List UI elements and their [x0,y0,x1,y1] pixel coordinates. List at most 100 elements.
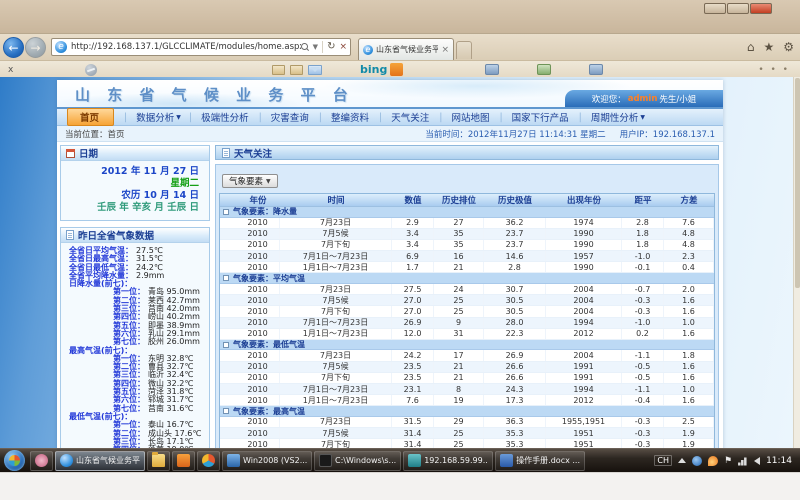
back-button[interactable]: ← [3,37,24,58]
blocked-icon[interactable] [85,64,97,76]
chevron-down-icon[interactable]: ▼ [313,43,318,51]
speaker-icon[interactable] [754,457,760,465]
taskbar-item[interactable]: 192.168.59.99... [403,451,493,471]
cell-year: 2010 [236,240,280,250]
table-row[interactable]: 2010 7月23日 2.9 27 36.2 1974 2.8 [220,218,714,229]
toolbar-widget-icon[interactable] [589,64,603,75]
taskbar: 山东省气候业务平... W [0,448,800,472]
table-row[interactable]: 2010 7月下旬 27.0 25 30.5 2004 -0.3 [220,306,714,317]
column-header: 出现年份 [546,194,622,206]
more-options-icon[interactable]: • • • [758,65,790,75]
table-row[interactable]: 2010 7月下旬 3.4 35 23.7 1990 1.8 [220,240,714,251]
new-tab-button[interactable] [456,41,472,59]
maximize-button[interactable] [727,3,749,14]
close-button[interactable] [750,3,772,14]
table-row[interactable]: 2010 7月5候 31.4 25 35.3 1951 -0.3 [220,428,714,439]
scrollbar-thumb[interactable] [795,78,800,288]
nav-item[interactable]: 首页 [67,108,114,126]
bing-logo[interactable]: bing [360,63,387,76]
table-row[interactable]: 2010 7月5候 27.0 25 30.5 2004 -0.3 [220,295,714,306]
network-icon[interactable] [738,456,748,466]
taskbar-item[interactable]: C:\Windows\s... [314,451,401,471]
row-spacer [220,350,236,360]
group-checkbox[interactable] [223,408,229,414]
table-row[interactable]: 2010 7月1日～7月23日 6.9 16 14.6 1957 -1.0 [220,251,714,262]
taskbar-item[interactable]: 山东省气候业务平... [55,451,145,471]
item-value: 胶州 26.0mm [148,338,200,346]
taskbar-item[interactable] [30,451,53,471]
minimize-button[interactable] [704,3,726,14]
nav-item[interactable]: 国家下行产品 [495,110,574,124]
calendar-icon [66,149,75,158]
cell-value: 31.4 [392,439,434,448]
group-label: 气象要素：最低气温 [233,339,305,350]
nav-item[interactable]: 灾害查询 [255,110,315,124]
start-button[interactable] [4,450,25,471]
orange-badge-icon[interactable] [390,63,403,76]
table-row[interactable]: 2010 7月1日～7月23日 23.1 8 24.3 1994 -1.1 [220,384,714,395]
card-icon[interactable] [290,65,303,75]
table-row[interactable]: 2010 7月下旬 23.5 21 26.6 1991 -0.5 [220,373,714,384]
stop-icon[interactable]: × [339,41,347,53]
cell-time: 7月23日 [280,417,392,427]
taskbar-item[interactable] [197,451,220,471]
home-icon[interactable]: ⌂ [747,40,755,54]
table-row[interactable]: 2010 7月23日 31.5 29 36.3 1955,1951 -0.3 [220,417,714,428]
cell-year: 2010 [236,218,280,228]
taskbar-item-label: Win2008 (VS2... [243,456,307,465]
cell-extreme: 35.3 [484,428,546,438]
url-text[interactable]: http://192.168.137.1/GLCCLIMATE/modules/… [71,42,301,52]
nav-item[interactable]: 极端性分析 [185,110,255,124]
group-checkbox[interactable] [223,275,229,281]
cell-variance: 4.8 [664,240,714,250]
toolbar-widget-icon[interactable] [537,64,551,75]
nav-item[interactable]: 整编资料 [315,110,375,124]
nav-item[interactable]: 天气关注 [375,110,435,124]
cell-variance: 1.6 [664,395,714,405]
tray-app-icon[interactable] [692,456,702,466]
nav-item[interactable]: 周期性分析 ▼ [575,110,649,124]
group-checkbox[interactable] [223,342,229,348]
action-center-flag-icon[interactable]: ⚑ [724,456,732,466]
mail-icon[interactable] [308,65,322,75]
show-hidden-icons-icon[interactable] [678,458,686,463]
toolbar-close-icon[interactable]: x [8,65,13,75]
tray-app-icon[interactable] [708,456,718,466]
element-selector-button[interactable]: 气象要素 ▼ [222,174,278,188]
cell-value: 3.4 [392,240,434,250]
table-row[interactable]: 2010 7月5候 3.4 35 23.7 1990 1.8 [220,229,714,240]
cell-rank: 21 [434,362,484,372]
table-row[interactable]: 2010 7月23日 24.2 17 26.9 2004 -1.1 [220,350,714,361]
nav-item[interactable]: 网站地图 [435,110,495,124]
refresh-icon[interactable]: ↻ [327,41,335,53]
table-row[interactable]: 2010 7月5候 23.5 21 26.6 1991 -0.5 [220,362,714,373]
language-indicator[interactable]: CH [654,455,672,466]
table-group: 气象要素：最高气温 2010 [220,406,714,448]
browser-tab[interactable]: e 山东省气候业务平... × [358,38,454,60]
cell-time: 7月23日 [280,218,392,228]
background-window-strip [0,0,800,33]
favorites-star-icon[interactable]: ★ [763,40,774,54]
taskbar-item[interactable] [147,451,170,471]
vertical-scrollbar[interactable] [793,77,800,448]
taskbar-item[interactable]: 操作手册.docx ... [495,451,585,471]
tab-close-icon[interactable]: × [441,45,449,55]
toolbar-widget-icon[interactable] [485,64,499,75]
group-checkbox[interactable] [223,209,229,215]
address-bar[interactable]: e http://192.168.137.1/GLCCLIMATE/module… [51,38,351,56]
snapshot-icon[interactable] [272,65,285,75]
clock[interactable]: 11:14 [766,456,792,466]
settings-gear-icon[interactable]: ⚙ [783,40,794,54]
forward-button[interactable]: → [25,37,46,58]
table-row[interactable]: 2010 7月23日 27.5 24 30.7 2004 -0.7 [220,284,714,295]
taskbar-item-label: C:\Windows\s... [335,456,396,465]
taskbar-item[interactable] [172,451,195,471]
table-group: 气象要素：降水量 2010 [220,207,714,273]
table-row[interactable]: 2010 7月下旬 31.4 25 35.3 1951 -0.3 [220,439,714,448]
taskbar-item[interactable]: Win2008 (VS2... [222,451,312,471]
table-row[interactable]: 2010 7月1日～7月23日 26.9 9 28.0 1994 -1.0 [220,318,714,329]
cell-value: 1.7 [392,262,434,272]
cell-year: 2010 [236,295,280,305]
nav-item[interactable]: 数据分析 ▼ [120,110,185,124]
search-icon[interactable] [301,43,309,51]
